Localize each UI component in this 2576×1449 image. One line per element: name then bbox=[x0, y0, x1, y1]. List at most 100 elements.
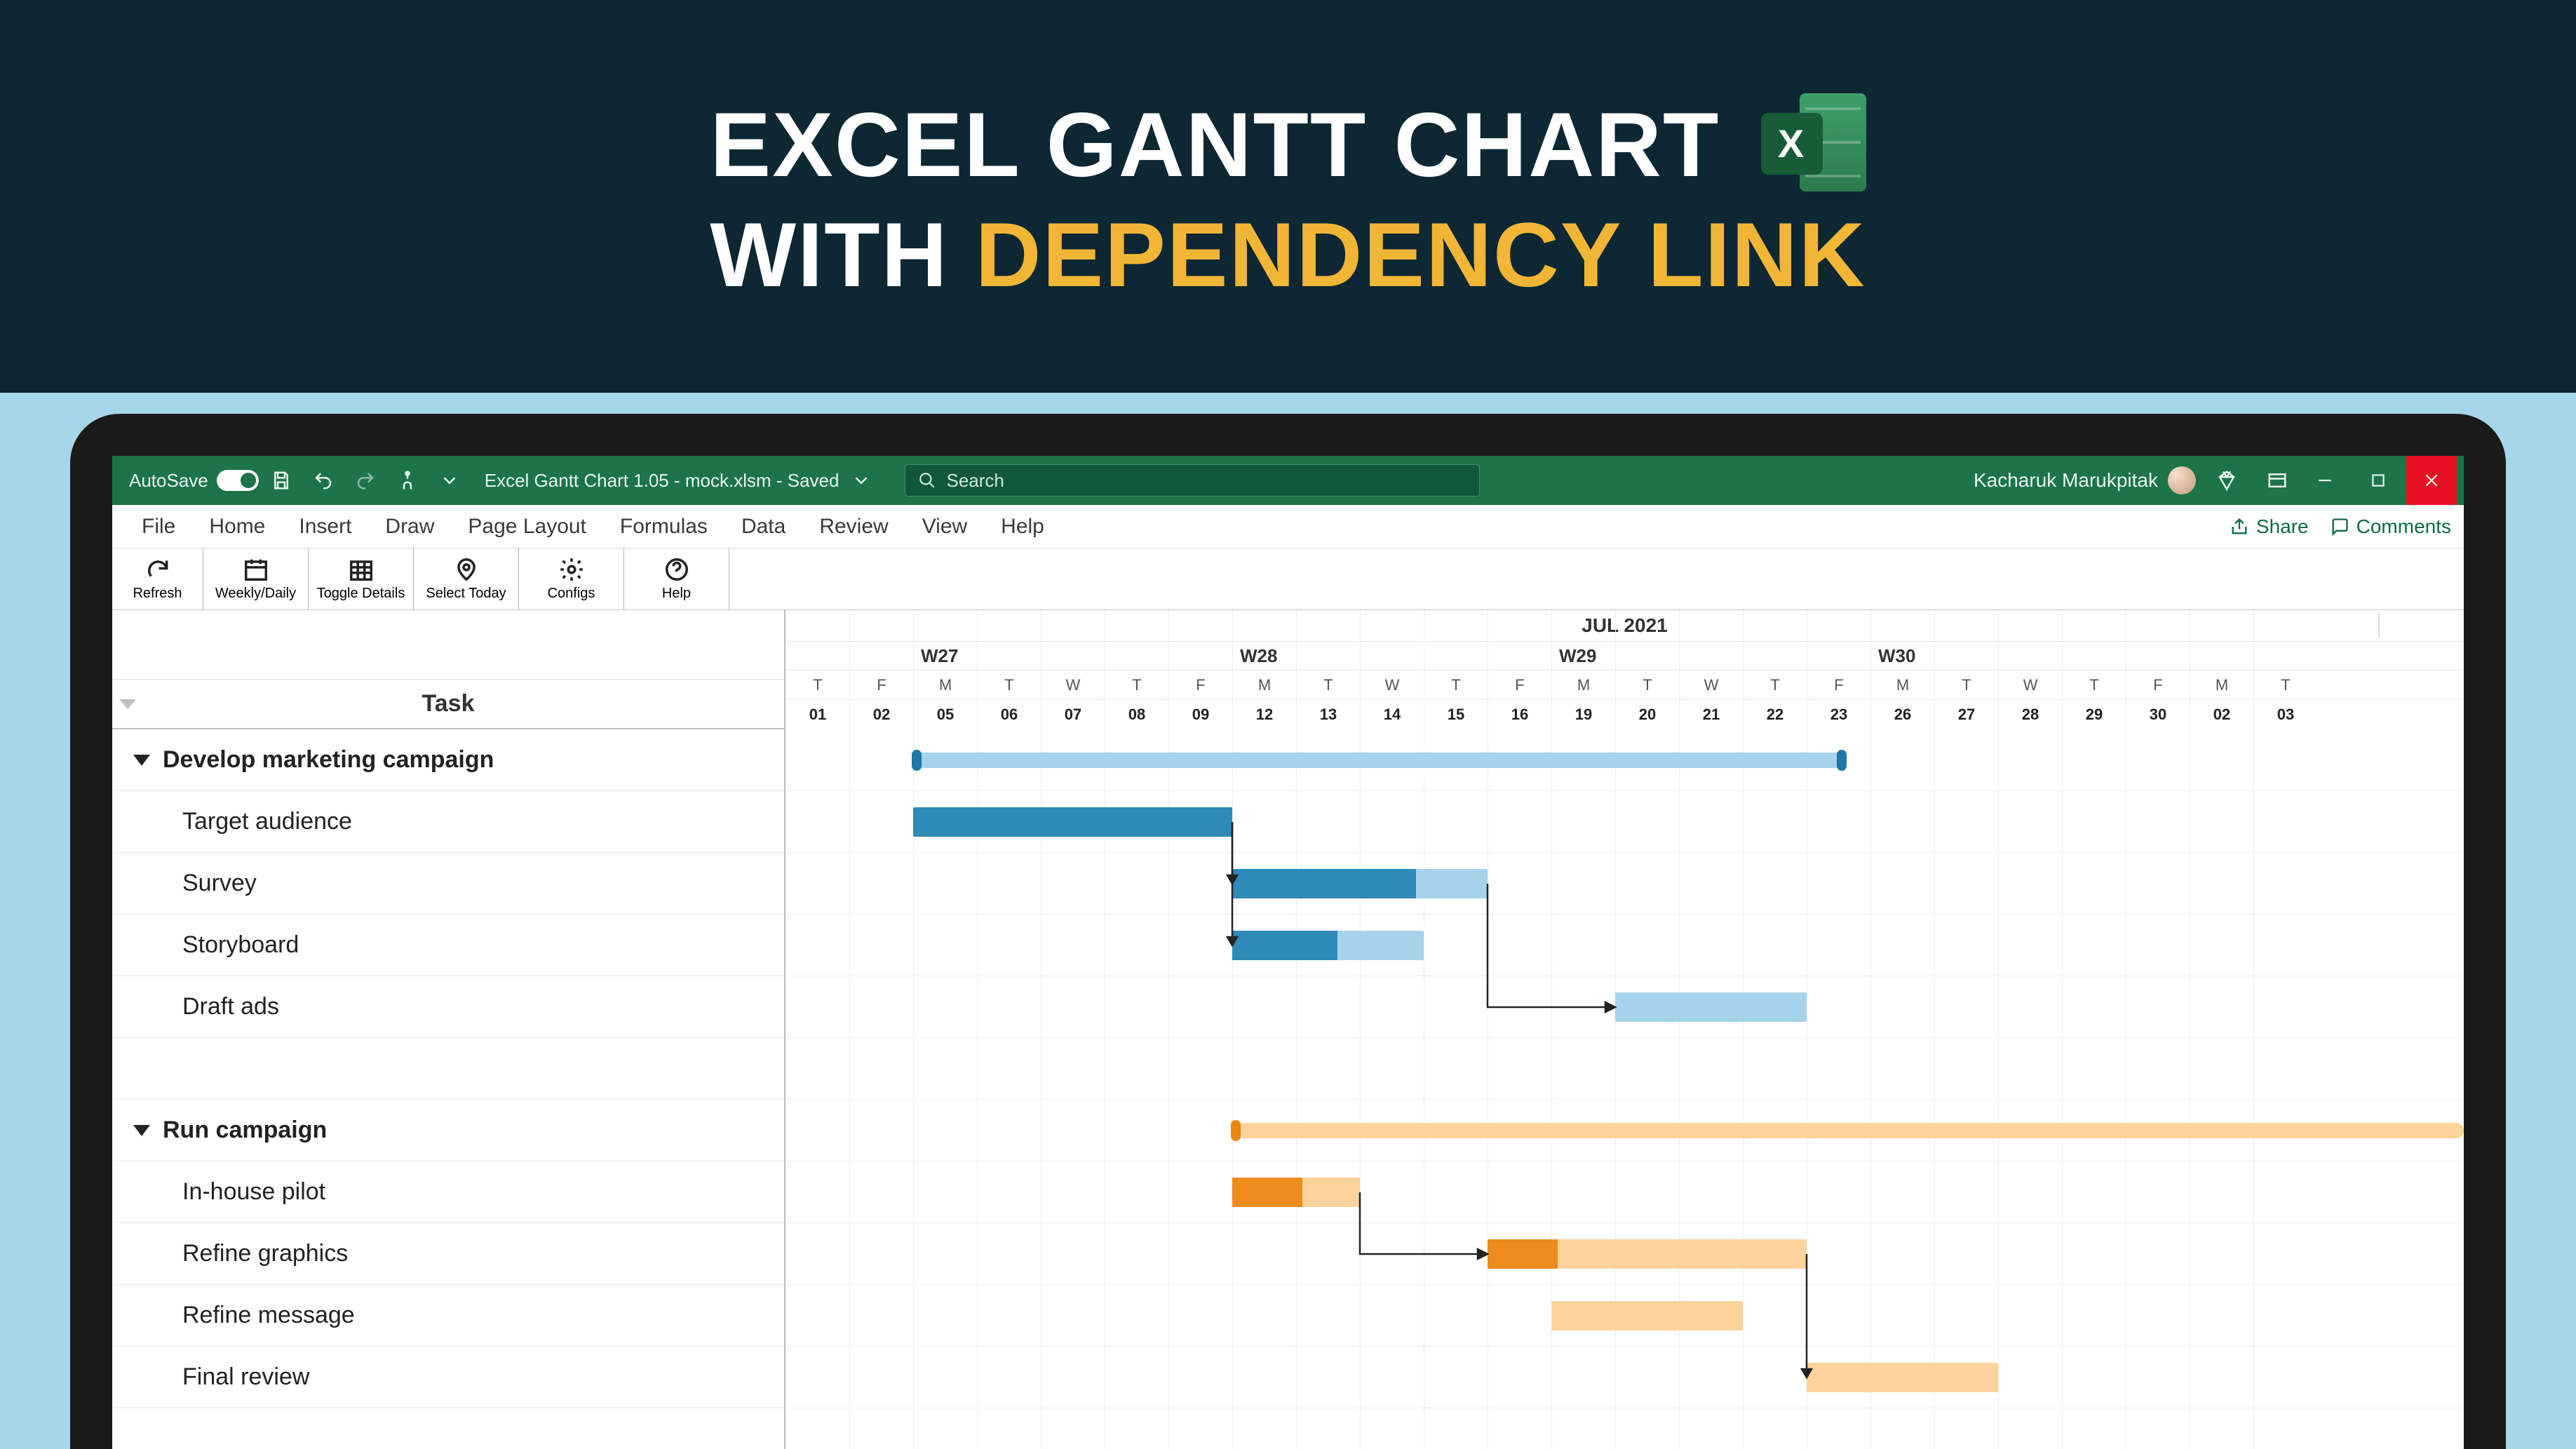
gantt-row[interactable] bbox=[785, 729, 2464, 791]
ribbon-display-icon[interactable] bbox=[2263, 466, 2291, 494]
task-row[interactable]: Refine graphics bbox=[112, 1223, 784, 1285]
task-bar[interactable] bbox=[1232, 869, 1488, 898]
task-row[interactable]: In-house pilot bbox=[112, 1161, 784, 1223]
qat-overflow-icon[interactable] bbox=[436, 466, 464, 494]
toggle-details-button[interactable]: Toggle Details bbox=[309, 548, 414, 609]
document-title[interactable]: Excel Gantt Chart 1.05 - mock.xlsm - Sav… bbox=[485, 470, 839, 492]
date-cell: 30 bbox=[2126, 700, 2190, 729]
comments-button[interactable]: Comments bbox=[2330, 515, 2451, 538]
task-bar[interactable] bbox=[1551, 1301, 1743, 1330]
excel-window: AutoSave Excel Gantt Chart 1.05 - mock bbox=[112, 456, 2464, 1449]
gantt-row[interactable] bbox=[785, 1161, 2464, 1223]
task-row[interactable]: Refine message bbox=[112, 1285, 784, 1347]
date-cell: 08 bbox=[1105, 700, 1168, 729]
collapse-caret-icon[interactable] bbox=[133, 1125, 150, 1136]
gantt-row[interactable] bbox=[785, 976, 2464, 1038]
date-cell: 05 bbox=[913, 700, 977, 729]
titlebar: AutoSave Excel Gantt Chart 1.05 - mock bbox=[112, 456, 2464, 505]
undo-icon[interactable] bbox=[309, 466, 337, 494]
task-row[interactable]: Target audience bbox=[112, 791, 784, 853]
task-name: Run campaign bbox=[163, 1117, 327, 1144]
dow-cell: T bbox=[1934, 670, 1998, 699]
date-cell: 02 bbox=[849, 700, 913, 729]
save-icon[interactable] bbox=[267, 466, 295, 494]
help-button[interactable]: Help bbox=[624, 548, 729, 609]
tab-file[interactable]: File bbox=[125, 505, 192, 548]
tab-insert[interactable]: Insert bbox=[282, 505, 368, 548]
date-cell: 20 bbox=[1615, 700, 1679, 729]
dow-cell: T bbox=[1105, 670, 1168, 699]
task-header-label: Task bbox=[422, 690, 475, 717]
share-button[interactable]: Share bbox=[2230, 515, 2309, 538]
task-row-blank[interactable] bbox=[112, 1038, 784, 1100]
gantt-row[interactable] bbox=[785, 1347, 2464, 1408]
avatar bbox=[2168, 466, 2196, 494]
date-cell: 21 bbox=[1679, 700, 1743, 729]
gantt-row[interactable] bbox=[785, 791, 2464, 853]
task-bar[interactable] bbox=[1807, 1363, 1998, 1392]
redo-icon[interactable] bbox=[351, 466, 379, 494]
task-bar[interactable] bbox=[1232, 1178, 1360, 1207]
maximize-button[interactable] bbox=[2353, 456, 2403, 505]
task-bar[interactable] bbox=[1232, 931, 1424, 960]
weekly-daily-button[interactable]: Weekly/Daily bbox=[203, 548, 309, 609]
date-cell: 07 bbox=[1041, 700, 1105, 729]
dow-cell: W bbox=[1360, 670, 1424, 699]
summary-bar[interactable] bbox=[913, 753, 1845, 768]
progress-fill bbox=[1232, 931, 1337, 960]
date-cell: 26 bbox=[1870, 700, 1934, 729]
dow-cell: M bbox=[913, 670, 977, 699]
task-row[interactable]: Storyboard bbox=[112, 915, 784, 976]
select-today-button[interactable]: Select Today bbox=[414, 548, 519, 609]
search-placeholder: Search bbox=[946, 470, 1004, 492]
tab-page-layout[interactable]: Page Layout bbox=[451, 505, 602, 548]
gantt-row[interactable] bbox=[785, 1285, 2464, 1347]
dow-cell: M bbox=[1870, 670, 1934, 699]
task-bar[interactable] bbox=[913, 807, 1232, 837]
tab-draw[interactable]: Draw bbox=[368, 505, 451, 548]
task-row[interactable]: Final review bbox=[112, 1347, 784, 1408]
dow-cell: W bbox=[1998, 670, 2062, 699]
task-row[interactable]: Survey bbox=[112, 853, 784, 915]
task-row[interactable]: Develop marketing campaign bbox=[112, 729, 784, 791]
dow-cell: T bbox=[2062, 670, 2126, 699]
touch-mode-icon[interactable] bbox=[393, 466, 422, 494]
collapse-caret-icon[interactable] bbox=[133, 755, 150, 766]
gantt-row[interactable] bbox=[785, 1100, 2464, 1161]
task-row[interactable]: Draft ads bbox=[112, 976, 784, 1038]
task-bar[interactable] bbox=[1615, 992, 1807, 1022]
summary-bar[interactable] bbox=[1232, 1123, 2464, 1138]
date-cell: 22 bbox=[1743, 700, 1807, 729]
gantt-row[interactable] bbox=[785, 1038, 2464, 1100]
diamond-icon[interactable] bbox=[2213, 466, 2241, 494]
dow-cell: F bbox=[2126, 670, 2190, 699]
search-input[interactable]: Search bbox=[905, 464, 1480, 497]
autosave-toggle[interactable] bbox=[217, 470, 259, 491]
date-cell: 19 bbox=[1551, 700, 1615, 729]
tab-home[interactable]: Home bbox=[192, 505, 282, 548]
gantt-row[interactable] bbox=[785, 853, 2464, 915]
task-row[interactable]: Run campaign bbox=[112, 1100, 784, 1161]
tab-formulas[interactable]: Formulas bbox=[603, 505, 724, 548]
close-button[interactable] bbox=[2406, 456, 2457, 505]
dow-cell: T bbox=[1424, 670, 1488, 699]
dow-cell: T bbox=[977, 670, 1041, 699]
title-dropdown-icon[interactable] bbox=[847, 466, 875, 494]
date-cell: 15 bbox=[1424, 700, 1488, 729]
spreadsheet-grid[interactable]: Task Develop marketing campaignTarget au… bbox=[112, 610, 2464, 1449]
date-cell: 27 bbox=[1934, 700, 1998, 729]
configs-button[interactable]: Configs bbox=[519, 548, 624, 609]
timeline-pane[interactable]: JUL 2021 W27W28W29W30 TFMTWTFMTWTFMTWTFM… bbox=[785, 610, 2464, 1449]
gantt-row[interactable] bbox=[785, 915, 2464, 976]
task-name: Survey bbox=[182, 870, 257, 897]
tab-view[interactable]: View bbox=[905, 505, 984, 548]
dow-cell: T bbox=[1615, 670, 1679, 699]
tab-data[interactable]: Data bbox=[724, 505, 802, 548]
task-bar[interactable] bbox=[1488, 1239, 1807, 1269]
refresh-button[interactable]: Refresh bbox=[112, 548, 203, 609]
minimize-button[interactable] bbox=[2300, 456, 2350, 505]
gantt-row[interactable] bbox=[785, 1223, 2464, 1285]
tab-review[interactable]: Review bbox=[802, 505, 905, 548]
account-button[interactable]: Kacharuk Marukpitak bbox=[1974, 466, 2196, 494]
tab-help[interactable]: Help bbox=[984, 505, 1061, 548]
